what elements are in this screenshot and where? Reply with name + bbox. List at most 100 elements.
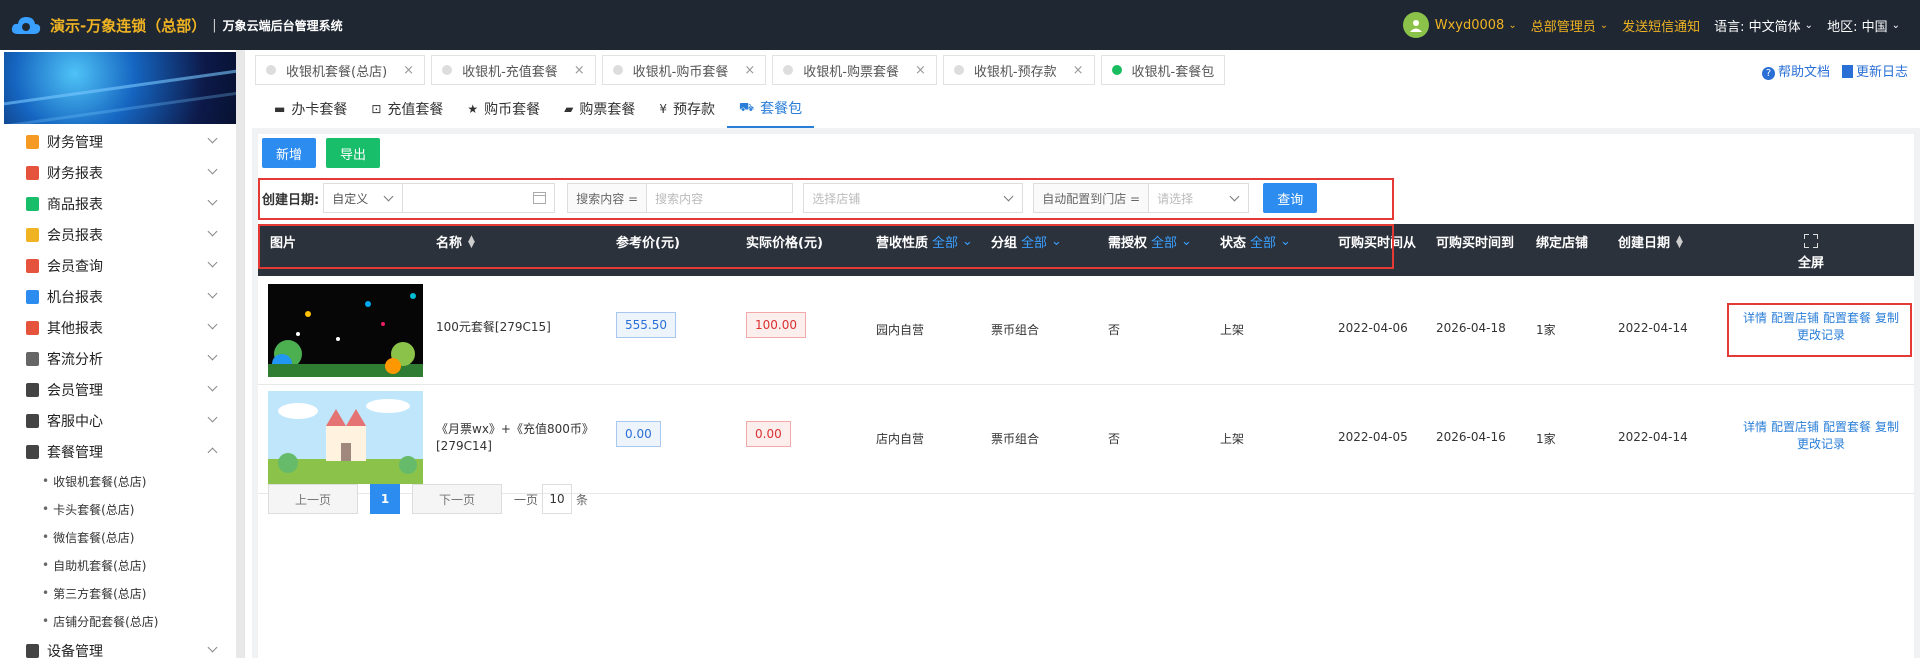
- question-icon: ?: [1761, 67, 1775, 80]
- changelog-link[interactable]: 更新日志: [1841, 61, 1908, 80]
- store-select[interactable]: 选择店铺: [803, 183, 1024, 213]
- sidebar-item[interactable]: 机台报表: [0, 281, 244, 312]
- system-name: 万象云端后台管理系统: [222, 18, 343, 33]
- config-store-link[interactable]: 配置店铺: [1771, 420, 1819, 434]
- sidebar-subitem[interactable]: 收银机套餐(总店): [0, 467, 244, 495]
- chevron-down-icon: [207, 288, 218, 299]
- bound-store-count: 1家: [1536, 323, 1556, 337]
- chevron-down-icon: ⌄: [1181, 234, 1192, 249]
- sidebar-scrollbar[interactable]: [236, 50, 244, 658]
- detail-link[interactable]: 详情: [1743, 420, 1767, 434]
- sidebar-item[interactable]: 其他报表: [0, 312, 244, 343]
- export-button[interactable]: 导出: [326, 138, 381, 168]
- sidebar-item[interactable]: 会员管理: [0, 374, 244, 405]
- sidebar-subitem[interactable]: 微信套餐(总店): [0, 523, 244, 551]
- col-name[interactable]: 名称 ▲ ▼: [436, 232, 475, 251]
- sidebar-item[interactable]: 财务报表: [0, 157, 244, 188]
- sidebar-item[interactable]: 套餐管理: [0, 436, 244, 467]
- config-package-link[interactable]: 配置套餐: [1823, 420, 1871, 434]
- copy-link[interactable]: 复制: [1875, 420, 1899, 434]
- send-sms-link[interactable]: 发送短信通知: [1622, 16, 1700, 35]
- subtab[interactable]: ★ 购币套餐: [455, 90, 552, 128]
- sidebar-item-label: 其他报表: [47, 320, 103, 337]
- subtab[interactable]: ▬ 办卡套餐: [262, 90, 359, 128]
- col-revenue-type[interactable]: 营收性质 全部 ⌄: [876, 232, 973, 251]
- close-icon[interactable]: ×: [744, 63, 755, 78]
- subtab[interactable]: ⊡ 充值套餐: [359, 90, 455, 128]
- status-dot-icon: [612, 65, 623, 75]
- page-tab[interactable]: 收银机套餐(总店) ×: [255, 55, 426, 85]
- user-menu[interactable]: Wxyd0008 ⌄: [1402, 12, 1517, 38]
- auto-assign-store-select[interactable]: 自动配置到门店 = 请选择: [1033, 183, 1250, 213]
- row-actions: 详情 配置店铺 配置套餐 复制 更改记录: [1736, 419, 1906, 453]
- chevron-down-icon: ⌄: [962, 234, 973, 249]
- sidebar-item[interactable]: 客流分析: [0, 343, 244, 374]
- copy-link[interactable]: 复制: [1875, 311, 1899, 325]
- col-auth[interactable]: 需授权 全部 ⌄: [1108, 232, 1192, 251]
- detail-link[interactable]: 详情: [1743, 311, 1767, 325]
- status-dot-icon: [266, 65, 276, 75]
- page-number-current[interactable]: 1: [370, 484, 400, 514]
- sidebar-item[interactable]: 财务管理: [0, 126, 244, 157]
- status-filter[interactable]: 全部: [1250, 232, 1276, 251]
- buy-from-date: 2022-04-05: [1338, 430, 1408, 444]
- subtab[interactable]: ⛟ 套餐包: [727, 90, 815, 128]
- sidebar-item-device[interactable]: 设备管理: [0, 635, 244, 666]
- help-doc-link[interactable]: ? 帮助文档: [1761, 61, 1830, 80]
- page-tab[interactable]: 收银机-购票套餐 ×: [772, 55, 937, 85]
- config-package-link[interactable]: 配置套餐: [1823, 311, 1871, 325]
- status: 上架: [1220, 432, 1245, 446]
- close-icon[interactable]: ×: [403, 63, 414, 78]
- history-link[interactable]: 更改记录: [1797, 437, 1845, 451]
- revenue-type-filter[interactable]: 全部: [932, 232, 958, 251]
- query-button[interactable]: 查询: [1263, 183, 1318, 213]
- config-store-link[interactable]: 配置店铺: [1771, 311, 1819, 325]
- close-icon[interactable]: ×: [574, 63, 585, 78]
- sidebar-subitem[interactable]: 店铺分配套餐(总店): [0, 607, 244, 635]
- date-range-input[interactable]: [403, 183, 556, 213]
- revenue-type: 园内自营: [876, 323, 925, 337]
- region-select[interactable]: 地区: 中国 ⌄: [1827, 16, 1900, 35]
- fullscreen-toggle[interactable]: 全屏: [1798, 234, 1824, 271]
- page-size-input[interactable]: 10: [542, 484, 573, 514]
- page-tab[interactable]: 收银机-套餐包: [1100, 55, 1226, 85]
- chevron-down-icon: [207, 350, 218, 361]
- page-tab[interactable]: 收银机-充值套餐 ×: [431, 55, 596, 85]
- subtab-icon: ★: [467, 102, 479, 116]
- table-row: 100元套餐[279C15] 555.50 100.00 园内自营 票币组合 否…: [258, 276, 1914, 385]
- sidebar-item-label: 商品报表: [47, 196, 103, 213]
- page-tab-bar: 收银机套餐(总店) × 收银机-充值套餐 × 收银机-购币套餐 × 收银机-购票套餐 × 收银机…: [252, 50, 1920, 90]
- bound-store-count: 1家: [1536, 432, 1556, 446]
- col-group[interactable]: 分组 全部 ⌄: [991, 232, 1062, 251]
- history-link[interactable]: 更改记录: [1797, 328, 1845, 342]
- page-tab[interactable]: 收银机-购币套餐 ×: [601, 55, 767, 85]
- col-buy-from: 可购买时间从: [1338, 236, 1417, 251]
- package-name: 100元套餐[279C15]: [436, 320, 551, 334]
- subtab[interactable]: ▰ 购票套餐: [552, 90, 647, 128]
- page-tab[interactable]: 收银机-预存款 ×: [942, 55, 1095, 85]
- group-filter[interactable]: 全部: [1021, 232, 1047, 251]
- sidebar-item[interactable]: 客服中心: [0, 405, 244, 436]
- close-icon[interactable]: ×: [1073, 63, 1084, 78]
- sidebar-item[interactable]: 会员查询: [0, 250, 244, 281]
- role-menu[interactable]: 总部管理员 ⌄: [1531, 16, 1608, 35]
- sidebar-item[interactable]: 会员报表: [0, 219, 244, 250]
- chevron-down-icon: [207, 257, 218, 268]
- sidebar-subitem[interactable]: 第三方套餐(总店): [0, 579, 244, 607]
- sidebar-item[interactable]: 商品报表: [0, 188, 244, 219]
- table-row: 《月票wx》+《充值800币》 [279C14] 0.00 0.00 店内自营 …: [258, 385, 1914, 494]
- language-select[interactable]: 语言: 中文简体 ⌄: [1714, 16, 1813, 35]
- prev-page-button[interactable]: 上一页: [268, 484, 358, 514]
- add-button[interactable]: 新增: [262, 138, 317, 168]
- auth-filter[interactable]: 全部: [1151, 232, 1177, 251]
- cloud-logo-icon: [11, 17, 41, 34]
- close-icon[interactable]: ×: [915, 63, 926, 78]
- search-input[interactable]: 搜索内容 = 搜索内容: [567, 183, 794, 213]
- sidebar-subitem[interactable]: 自助机套餐(总店): [0, 551, 244, 579]
- next-page-button[interactable]: 下一页: [412, 484, 502, 514]
- col-status[interactable]: 状态 全部 ⌄: [1220, 232, 1291, 251]
- subtab[interactable]: ¥ 预存款: [647, 90, 727, 128]
- date-mode-select[interactable]: 自定义: [323, 183, 404, 213]
- col-created[interactable]: 创建日期 ▲ ▼: [1618, 232, 1683, 251]
- sidebar-subitem[interactable]: 卡头套餐(总店): [0, 495, 244, 523]
